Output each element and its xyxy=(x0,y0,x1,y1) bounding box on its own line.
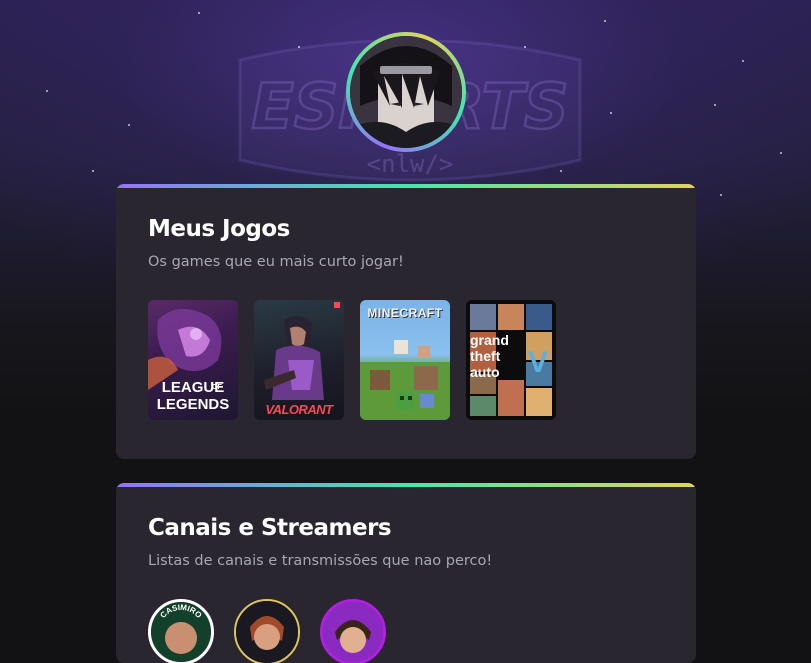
game-card-gta-v[interactable]: grand theft auto V xyxy=(466,300,556,420)
valorant-logo: VALORANT xyxy=(265,402,333,417)
profile-avatar xyxy=(350,36,462,148)
minecraft-logo: MINECRAFT xyxy=(367,306,443,320)
streamers-card: Canais e Streamers Listas de canais e tr… xyxy=(116,483,696,663)
streamer-avatar-casimiro[interactable]: CASIMIRO xyxy=(148,599,214,663)
streamer-2-avatar-icon xyxy=(236,601,298,663)
streamers-section-subtitle: Listas de canais e transmissões que nao … xyxy=(148,553,493,569)
games-section-title: Meus Jogos xyxy=(148,216,290,242)
profile-avatar-ring xyxy=(346,32,466,152)
game-card-valorant[interactable]: VALORANT xyxy=(254,300,344,420)
league-logo-line2: LEGENDS xyxy=(156,396,230,413)
gta-logo-line2: theft xyxy=(470,348,501,364)
watermark-sub-text: <nlw/> xyxy=(367,150,454,178)
games-card: Meus Jogos Os games que eu mais curto jo… xyxy=(116,184,696,459)
streamers-section-title: Canais e Streamers xyxy=(148,515,392,541)
game-card-minecraft[interactable]: MINECRAFT xyxy=(360,300,450,420)
anime-character-avatar-icon xyxy=(350,36,462,148)
league-logo-of: OF xyxy=(212,384,222,391)
streamer-3-avatar-icon xyxy=(323,602,383,662)
gta-logo-line1: grand xyxy=(470,332,509,348)
gta-logo-line3: auto xyxy=(470,364,500,380)
game-card-league-of-legends[interactable]: LEAGUE OF LEGENDS xyxy=(148,300,238,420)
games-list: LEAGUE OF LEGENDS VALORANT MINECRAFT gra… xyxy=(148,300,556,420)
streamer-avatar-2[interactable] xyxy=(234,599,300,663)
casimiro-badge-icon: CASIMIRO xyxy=(151,602,211,662)
gta-logo-numeral: V xyxy=(528,346,549,379)
streamers-list: CASIMIRO xyxy=(148,599,386,663)
streamer-avatar-3[interactable] xyxy=(320,599,386,663)
games-section-subtitle: Os games que eu mais curto jogar! xyxy=(148,254,404,270)
league-logo-line1: LEAGUE xyxy=(161,379,225,396)
